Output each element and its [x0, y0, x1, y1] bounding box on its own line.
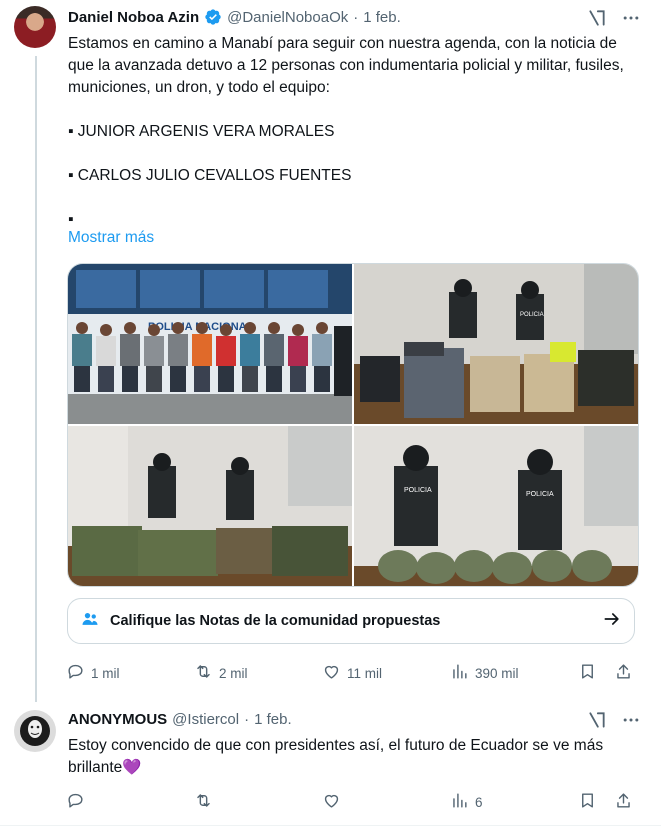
share-icon	[614, 662, 633, 684]
reply-author-handle[interactable]: @Istiercol	[172, 711, 239, 728]
show-more-link[interactable]: Mostrar más	[68, 229, 154, 247]
reply-top-actions	[585, 708, 643, 732]
tweet-bullet: ▪ JUNIOR ARGENIS VERA MORALES	[68, 123, 335, 140]
like-icon	[322, 791, 341, 813]
bookmark-icon	[578, 662, 597, 684]
views-button[interactable]: 6	[450, 791, 578, 813]
reply-date[interactable]: 1 feb.	[254, 711, 292, 728]
reply-button[interactable]	[66, 791, 194, 813]
views-icon	[450, 791, 469, 813]
share-button[interactable]	[614, 791, 633, 813]
thread-line	[35, 56, 37, 702]
reply-icon	[66, 791, 85, 813]
photo-label: POLICIA	[404, 487, 432, 494]
views-icon	[450, 662, 469, 684]
retweet-count: 2 mil	[219, 665, 248, 681]
reply-author-avatar[interactable]	[14, 710, 56, 752]
reply-body: Estoy convencido de que con presidentes …	[68, 735, 638, 779]
media-grid: POLICIA NACIONAL	[67, 263, 639, 587]
views-button[interactable]: 390 mil	[450, 662, 578, 684]
photo-seized-gear[interactable]: POLICIA	[354, 264, 638, 424]
grok-icon[interactable]	[585, 708, 609, 732]
separator-dot: ·	[244, 711, 250, 728]
retweet-icon	[194, 791, 213, 813]
community-notes-icon	[80, 609, 100, 634]
author-avatar[interactable]	[14, 6, 56, 48]
arrow-right-icon	[602, 609, 622, 634]
separator-dot: ·	[353, 8, 359, 26]
like-count: 11 mil	[347, 665, 383, 681]
reply-count: 1 mil	[91, 665, 120, 681]
photo-label: POLICIA	[520, 312, 544, 318]
photo-tactical-vests[interactable]	[68, 426, 352, 586]
tweet-bullet: ▪	[68, 211, 74, 228]
like-icon	[322, 662, 341, 684]
reply-button[interactable]: 1 mil	[66, 662, 194, 684]
retweet-button[interactable]: 2 mil	[194, 662, 322, 684]
reply-action-bar: 6	[66, 791, 636, 813]
photo-detainees[interactable]: POLICIA NACIONAL	[68, 264, 352, 424]
verified-badge-icon	[204, 8, 222, 26]
divider	[0, 825, 661, 826]
grok-icon[interactable]	[585, 6, 609, 30]
like-button[interactable]	[322, 791, 450, 813]
views-count: 6	[475, 794, 483, 810]
reply-text: Estoy convencido de que con presidentes …	[68, 737, 604, 776]
author-name[interactable]: Daniel Noboa Azin	[68, 9, 199, 26]
reply-header: ANONYMOUS @Istiercol · 1 feb.	[68, 711, 292, 728]
tweet-date[interactable]: 1 feb.	[363, 9, 401, 26]
reply-icon	[66, 662, 85, 684]
retweet-icon	[194, 662, 213, 684]
more-icon[interactable]	[619, 708, 643, 732]
tweet-top-actions	[585, 6, 643, 30]
views-count: 390 mil	[475, 665, 519, 681]
photo-helmets[interactable]: POLICIA POLICIA	[354, 426, 638, 586]
bookmark-button[interactable]	[578, 791, 614, 813]
tweet-action-bar: 1 mil 2 mil 11 mil 390 mil	[66, 662, 636, 684]
share-button[interactable]	[614, 662, 633, 684]
community-notes-label: Califique las Notas de la comunidad prop…	[110, 613, 441, 629]
reply-author-name[interactable]: ANONYMOUS	[68, 711, 167, 728]
author-handle[interactable]: @DanielNoboaOk	[227, 9, 348, 26]
community-notes-prompt[interactable]: Califique las Notas de la comunidad prop…	[67, 598, 635, 644]
tweet-header: Daniel Noboa Azin @DanielNoboaOk · 1 feb…	[68, 8, 401, 26]
retweet-button[interactable]	[194, 791, 322, 813]
tweet-bullet: ▪ CARLOS JULIO CEVALLOS FUENTES	[68, 167, 352, 184]
tweet-body: Estamos en camino a Manabí para seguir c…	[68, 33, 638, 231]
purple-heart-emoji: 💜	[122, 759, 142, 776]
bookmark-button[interactable]	[578, 662, 614, 684]
bookmark-icon	[578, 791, 597, 813]
more-icon[interactable]	[619, 6, 643, 30]
like-button[interactable]: 11 mil	[322, 662, 450, 684]
photo-label: POLICIA	[526, 491, 554, 498]
tweet-text-intro: Estamos en camino a Manabí para seguir c…	[68, 35, 629, 96]
share-icon	[614, 791, 633, 813]
